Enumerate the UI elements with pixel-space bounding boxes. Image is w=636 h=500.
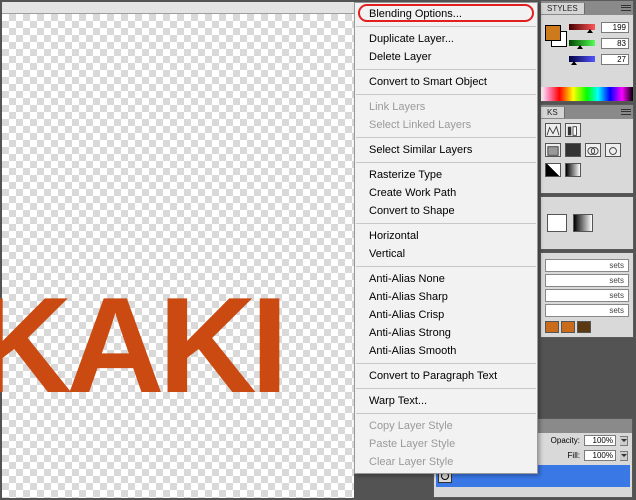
menu-item-blending-options[interactable]: Blending Options... [355, 5, 537, 23]
text-layer-content[interactable]: KAKI [0, 277, 282, 413]
b-value[interactable]: 27 [601, 54, 629, 65]
menu-item-select-similar-layers[interactable]: Select Similar Layers [355, 141, 537, 159]
menu-separator [356, 26, 536, 27]
styles-tab[interactable]: STYLES [541, 3, 585, 14]
menu-item-anti-alias-none[interactable]: Anti-Alias None [355, 270, 537, 288]
mask-thumbnail-icon[interactable] [547, 214, 567, 232]
presets-panel: sets sets sets sets [540, 252, 634, 338]
menu-item-delete-layer[interactable]: Delete Layer [355, 48, 537, 66]
adjustments-panel: KS [540, 104, 634, 194]
menu-separator [356, 363, 536, 364]
panel-flyout-icon[interactable] [621, 4, 631, 12]
menu-item-create-work-path[interactable]: Create Work Path [355, 184, 537, 202]
menu-item-anti-alias-crisp[interactable]: Anti-Alias Crisp [355, 306, 537, 324]
hue-sat-icon[interactable] [545, 143, 561, 157]
fill-field[interactable]: 100% [584, 450, 616, 461]
menu-separator [356, 266, 536, 267]
menu-item-select-linked-layers: Select Linked Layers [355, 116, 537, 134]
swatch[interactable] [561, 321, 575, 333]
foreground-color-swatch[interactable] [545, 25, 561, 41]
photo-filter-icon[interactable] [585, 143, 601, 157]
invert-icon[interactable] [545, 163, 561, 177]
menu-item-copy-layer-style: Copy Layer Style [355, 417, 537, 435]
r-value[interactable]: 199 [601, 22, 629, 33]
mask-panel [540, 196, 634, 250]
opacity-dropdown[interactable] [620, 436, 628, 446]
color-panel: STYLES 199 83 27 [540, 0, 634, 102]
r-slider[interactable] [569, 24, 595, 30]
document-canvas[interactable]: KAKI [2, 2, 354, 498]
menu-separator [356, 94, 536, 95]
menu-separator [356, 137, 536, 138]
swatch[interactable] [545, 321, 559, 333]
channel-mixer-icon[interactable] [605, 143, 621, 157]
color-balance-icon[interactable] [565, 143, 581, 157]
menu-item-rasterize-type[interactable]: Rasterize Type [355, 166, 537, 184]
menu-separator [356, 223, 536, 224]
opacity-field[interactable]: 100% [584, 435, 616, 446]
color-spectrum-ramp[interactable] [541, 87, 633, 101]
menu-item-horizontal[interactable]: Horizontal [355, 227, 537, 245]
adjustments-tab[interactable]: KS [541, 107, 565, 118]
g-slider[interactable] [569, 40, 595, 46]
foreground-background-swatch[interactable] [545, 25, 567, 47]
menu-item-paste-layer-style: Paste Layer Style [355, 435, 537, 453]
menu-item-clear-layer-style: Clear Layer Style [355, 453, 537, 471]
preset-row[interactable]: sets [545, 289, 629, 302]
menu-separator [356, 388, 536, 389]
opacity-label: Opacity: [551, 436, 580, 445]
menu-item-vertical[interactable]: Vertical [355, 245, 537, 263]
menu-item-anti-alias-smooth[interactable]: Anti-Alias Smooth [355, 342, 537, 360]
menu-item-link-layers: Link Layers [355, 98, 537, 116]
menu-separator [356, 162, 536, 163]
menu-item-warp-text[interactable]: Warp Text... [355, 392, 537, 410]
menu-separator [356, 413, 536, 414]
levels-icon[interactable] [545, 123, 561, 137]
menu-item-anti-alias-strong[interactable]: Anti-Alias Strong [355, 324, 537, 342]
gradient-map-icon[interactable] [565, 163, 581, 177]
transparency-checker [2, 14, 354, 498]
g-value[interactable]: 83 [601, 38, 629, 49]
ruler-horizontal [2, 2, 354, 14]
menu-item-convert-to-shape[interactable]: Convert to Shape [355, 202, 537, 220]
layer-context-menu: Blending Options... Duplicate Layer...Del… [354, 2, 538, 474]
preset-row[interactable]: sets [545, 274, 629, 287]
menu-item-duplicate-layer[interactable]: Duplicate Layer... [355, 30, 537, 48]
swatch[interactable] [577, 321, 591, 333]
menu-item-convert-to-smart-object[interactable]: Convert to Smart Object [355, 73, 537, 91]
fill-dropdown[interactable] [620, 451, 628, 461]
gradient-swatch-icon[interactable] [573, 214, 593, 232]
menu-separator [356, 69, 536, 70]
b-slider[interactable] [569, 56, 595, 62]
panel-flyout-icon[interactable] [621, 108, 631, 116]
curves-icon[interactable] [565, 123, 581, 137]
preset-row[interactable]: sets [545, 304, 629, 317]
preset-row[interactable]: sets [545, 259, 629, 272]
menu-item-anti-alias-sharp[interactable]: Anti-Alias Sharp [355, 288, 537, 306]
fill-label: Fill: [568, 451, 580, 460]
menu-item-convert-to-paragraph-text[interactable]: Convert to Paragraph Text [355, 367, 537, 385]
